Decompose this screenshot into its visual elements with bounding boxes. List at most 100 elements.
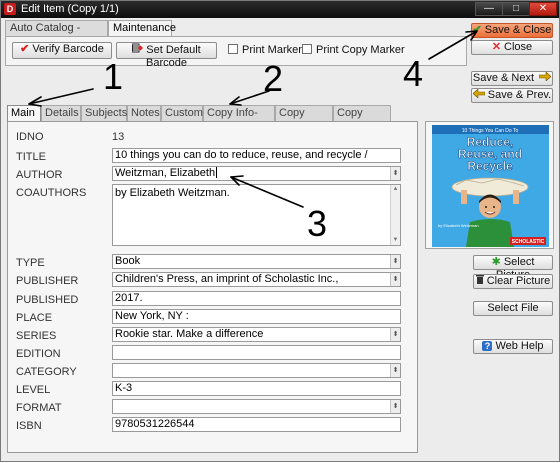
publisher-value: Children's Press, an imprint of Scholast… (115, 273, 339, 285)
tab-copy-info-main[interactable]: Copy Info-Main (203, 105, 275, 134)
save-close-button[interactable]: ✔ Save & Close (471, 23, 553, 38)
scroll-down-icon[interactable]: ▼ (391, 236, 400, 245)
edition-label: EDITION (16, 348, 61, 360)
cover-picture-frame: 10 Things You Can Do To Reduce, Reuse, a… (425, 121, 554, 249)
print-copy-marker-checkbox[interactable]: Print Copy Marker (302, 44, 405, 57)
verify-barcode-label: Verify Barcode (32, 43, 104, 55)
type-combo[interactable]: Book ⬍ (112, 254, 401, 269)
title-bar: D Edit Item (Copy 1/1) — □ ✕ (1, 1, 559, 18)
checkmark-icon: ✔ (20, 43, 30, 55)
print-copy-marker-label: Print Copy Marker (316, 44, 405, 56)
tab-copy-info-1[interactable]: Copy Info-1 (275, 105, 333, 134)
publisher-combo[interactable]: Children's Press, an imprint of Scholast… (112, 272, 401, 287)
dropdown-arrow-icon[interactable]: ⬍ (390, 167, 400, 180)
dropdown-arrow-icon[interactable]: ⬍ (390, 273, 400, 286)
close-button[interactable]: ✕ Close (471, 40, 553, 55)
close-label: Close (504, 41, 533, 53)
help-question-icon: ? (482, 341, 493, 351)
select-file-button[interactable]: Select File (473, 301, 553, 316)
dropdown-arrow-icon[interactable]: ⬍ (390, 328, 400, 341)
edition-field[interactable] (112, 345, 401, 360)
tab-auto-catalog-update[interactable]: Auto Catalog - Update (5, 20, 108, 49)
tab-maintenance[interactable]: Maintenance (108, 20, 176, 37)
cover-left-arm (461, 190, 467, 204)
coauthors-label: COAUTHORS (16, 187, 87, 199)
cover-byline: by Elizabeth Weitzman (438, 223, 479, 228)
callout-arrowhead-2 (229, 96, 242, 106)
isbn-label: ISBN (16, 420, 42, 432)
coauthors-textarea[interactable]: by Elizabeth Weitzman. ▲ ▼ (112, 184, 401, 246)
print-marker-label: Print Marker (242, 44, 302, 56)
checkbox-box (302, 44, 312, 54)
publisher-label: PUBLISHER (16, 275, 79, 287)
idno-label: IDNO (16, 131, 44, 143)
clear-picture-label: Clear Picture (486, 275, 551, 287)
checkbox-box (228, 44, 238, 54)
tab-main[interactable]: Main (7, 105, 41, 122)
author-value: Weitzman, Elizabeth (115, 167, 216, 179)
set-default-barcode-label: Set Default Barcode (146, 44, 201, 69)
cover-title-line-3: Recycle (467, 159, 513, 173)
web-help-button[interactable]: ? Web Help (473, 339, 553, 354)
trash-icon (475, 275, 484, 288)
tab-custom[interactable]: Custom (161, 105, 203, 121)
scroll-up-icon[interactable]: ▲ (391, 185, 400, 194)
minimize-button[interactable]: — (475, 2, 503, 16)
picture-person-icon: ✱ (491, 256, 501, 268)
cover-right-arm (513, 190, 519, 204)
clear-picture-button[interactable]: Clear Picture (473, 274, 553, 289)
coauthors-scrollbar[interactable]: ▲ ▼ (390, 185, 400, 245)
category-label: CATEGORY (16, 366, 77, 378)
author-combo[interactable]: Weitzman, Elizabeth ⬍ (112, 166, 401, 181)
tab-copy-info-2[interactable]: Copy Info-2 (333, 105, 391, 134)
callout-number-2: 2 (263, 58, 284, 99)
next-arrow-icon (538, 71, 552, 85)
save-check-icon: ✔ (472, 24, 482, 36)
title-field[interactable]: 10 things you can do to reduce, reuse, a… (112, 148, 401, 163)
edit-item-window: D Edit Item (Copy 1/1) — □ ✕ Auto Catalo… (0, 0, 560, 462)
level-field[interactable]: K-3 (112, 381, 401, 396)
format-label: FORMAT (16, 402, 62, 414)
select-picture-button[interactable]: ✱Select Picture (473, 255, 553, 281)
callout-number-4: 4 (403, 53, 424, 94)
window-close-button[interactable]: ✕ (529, 2, 557, 16)
idno-value: 13 (112, 131, 125, 143)
category-combo[interactable]: ⬍ (112, 363, 401, 378)
tab-notes[interactable]: Notes (127, 105, 161, 121)
dropdown-arrow-icon[interactable]: ⬍ (390, 400, 400, 413)
place-field[interactable]: New York, NY : (112, 309, 401, 324)
published-field[interactable]: 2017. (112, 291, 401, 306)
type-label: TYPE (16, 257, 45, 269)
save-close-label: Save & Close (484, 24, 552, 36)
cover-publisher: SCHOLASTIC (512, 239, 545, 245)
cover-top-text: 10 Things You Can Do To (462, 128, 519, 134)
callout-number-3: 3 (307, 203, 328, 244)
print-marker-checkbox[interactable]: Print Marker (228, 44, 302, 57)
web-help-label: Web Help (495, 340, 544, 352)
save-next-label: Save & Next (472, 72, 535, 84)
app-logo-icon: D (4, 3, 16, 15)
place-label: PLACE (16, 312, 53, 324)
book-cover-image: 10 Things You Can Do To Reduce, Reuse, a… (432, 125, 549, 247)
level-label: LEVEL (16, 384, 51, 396)
dropdown-arrow-icon[interactable]: ⬍ (390, 255, 400, 268)
dropdown-arrow-icon[interactable]: ⬍ (390, 364, 400, 377)
isbn-field[interactable]: 9780531226544 (112, 417, 401, 432)
series-combo[interactable]: Rookie star. Make a difference ⬍ (112, 327, 401, 342)
published-label: PUBLISHED (16, 294, 79, 306)
save-next-button[interactable]: Save & Next (471, 71, 553, 86)
window-title: Edit Item (Copy 1/1) (21, 3, 119, 15)
series-value: Rookie star. Make a difference (115, 328, 264, 340)
tab-subjects[interactable]: Subjects (81, 105, 127, 121)
save-prev-button[interactable]: Save & Prev. (471, 88, 553, 103)
prev-arrow-icon (472, 88, 486, 102)
tab-details[interactable]: Details (41, 105, 81, 121)
title-label: TITLE (16, 151, 46, 163)
format-combo[interactable]: ⬍ (112, 399, 401, 414)
cover-eye-right (493, 206, 495, 208)
verify-barcode-button[interactable]: ✔ Verify Barcode (12, 42, 112, 59)
coauthors-text: by Elizabeth Weitzman. (115, 187, 230, 199)
barcode-icon (131, 43, 144, 57)
set-default-barcode-button[interactable]: Set Default Barcode (116, 42, 217, 69)
maximize-button[interactable]: □ (502, 2, 530, 16)
